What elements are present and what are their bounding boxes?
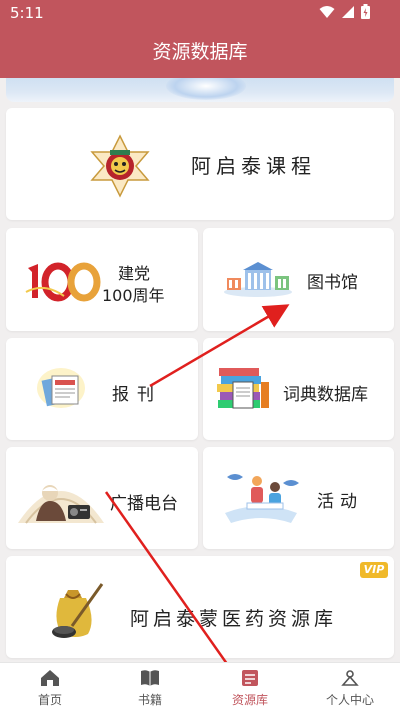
medicine-label: 阿启泰蒙医药资源库 bbox=[130, 608, 338, 630]
party-100-logo-icon bbox=[25, 262, 101, 302]
page-title: 资源数据库 bbox=[0, 26, 400, 78]
banner-glow bbox=[166, 78, 246, 100]
home-icon bbox=[41, 670, 59, 686]
database-icon bbox=[242, 670, 258, 686]
status-time: 5:11 bbox=[10, 4, 44, 22]
course-card[interactable]: 阿启泰课程 bbox=[6, 108, 394, 220]
party-label-line2: 100周年 bbox=[102, 286, 165, 305]
tab-resource-library[interactable]: 资源库 bbox=[200, 663, 300, 712]
medicine-pouch-icon bbox=[52, 583, 104, 638]
tab-profile[interactable]: 个人中心 bbox=[300, 663, 400, 712]
tab-home[interactable]: 首页 bbox=[0, 663, 100, 712]
journal-label: 报刊 bbox=[112, 385, 162, 405]
radio-label: 广播电台 bbox=[110, 494, 178, 514]
battery-icon bbox=[361, 4, 370, 19]
wifi-icon bbox=[319, 5, 335, 18]
book-stack-icon bbox=[217, 368, 269, 409]
library-label: 图书馆 bbox=[307, 273, 358, 293]
dictionary-card[interactable]: 词典数据库 bbox=[203, 338, 394, 440]
person-icon bbox=[341, 670, 359, 686]
tab-profile-label: 个人中心 bbox=[325, 693, 374, 707]
activity-card[interactable]: 活动 bbox=[203, 447, 394, 549]
party-label-line1: 建党 bbox=[118, 264, 151, 283]
book-icon bbox=[141, 670, 159, 686]
course-emblem-icon bbox=[90, 134, 150, 198]
signal-icon bbox=[342, 5, 354, 18]
tab-books-label: 书籍 bbox=[137, 693, 162, 707]
bottom-tab-bar: 首页 书籍 资源库 个人中心 bbox=[0, 662, 400, 712]
newspaper-icon bbox=[37, 368, 85, 408]
medicine-resource-card[interactable]: VIP 阿启泰蒙医药资源库 bbox=[6, 556, 394, 658]
tab-resource-label: 资源库 bbox=[231, 693, 268, 707]
journal-card[interactable]: 报刊 bbox=[6, 338, 198, 440]
tab-books[interactable]: 书籍 bbox=[100, 663, 200, 712]
radio-broadcaster-icon bbox=[18, 485, 104, 524]
radio-card[interactable]: 广播电台 bbox=[6, 447, 198, 549]
activity-people-icon bbox=[225, 474, 299, 523]
library-card[interactable]: 图书馆 bbox=[203, 228, 394, 331]
course-label: 阿启泰课程 bbox=[191, 154, 316, 178]
vip-badge: VIP bbox=[360, 562, 388, 578]
status-bar: 5:11 bbox=[0, 0, 400, 26]
library-building-icon bbox=[224, 262, 292, 297]
party-100-card[interactable]: 建党 100周年 bbox=[6, 228, 198, 331]
tab-home-label: 首页 bbox=[37, 693, 62, 707]
activity-label: 活动 bbox=[317, 492, 363, 512]
banner-image[interactable] bbox=[6, 78, 394, 102]
dictionary-label: 词典数据库 bbox=[283, 385, 368, 405]
